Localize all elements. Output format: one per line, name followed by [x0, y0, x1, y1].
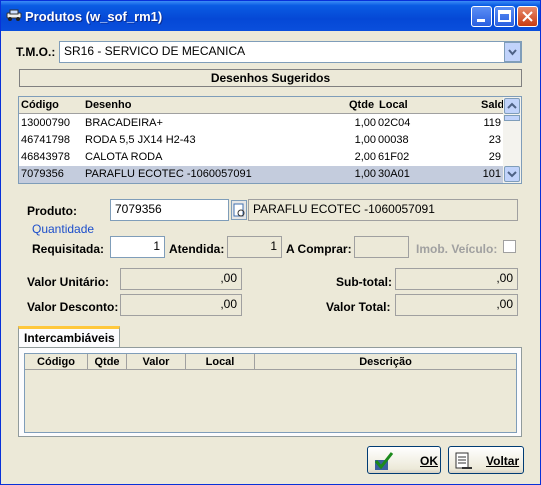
minimize-button[interactable] [471, 6, 492, 27]
table-row[interactable]: 46741798 RODA 5,5 JX14 H2-43 1,00 00038 … [19, 132, 503, 149]
a-comprar-field [354, 236, 409, 258]
cell-local: 02C04 [378, 117, 411, 129]
close-button[interactable] [517, 6, 538, 27]
maximize-button[interactable] [494, 6, 515, 27]
intercambiaveis-grid-header: Código Qtde Valor Local Descrição [25, 354, 516, 370]
atendida-label: Atendida: [169, 242, 225, 256]
col-valor[interactable]: Valor [127, 356, 185, 368]
requisitada-input[interactable]: 1 [110, 236, 165, 258]
col-descricao[interactable]: Descrição [255, 356, 516, 368]
exit-icon [455, 452, 472, 469]
close-icon [522, 11, 533, 22]
cell-local: 30A01 [378, 168, 410, 180]
chevron-down-icon [508, 49, 517, 56]
voltar-button[interactable]: Voltar [448, 446, 524, 474]
col-desenho[interactable]: Desenho [85, 99, 131, 111]
grid-header: Código Desenho Qtde Local Saldo [19, 97, 511, 114]
car-icon [6, 9, 22, 21]
cell-qtde: 1,00 [354, 134, 376, 146]
col-codigo[interactable]: Código [21, 99, 59, 111]
produto-description: PARAFLU ECOTEC -1060057091 [248, 199, 518, 221]
scroll-up-button[interactable] [504, 98, 520, 114]
table-row[interactable]: 13000790 BRACADEIRA+ 1,00 02C04 119 [19, 115, 503, 132]
section-title: Desenhos Sugeridos [19, 69, 522, 87]
valor-total-field: ,00 [395, 294, 518, 316]
cell-desenho: BRACADEIRA+ [85, 117, 163, 129]
cell-saldo: 23 [488, 134, 501, 146]
tmo-dropdown-button[interactable] [504, 42, 521, 62]
scroll-down-button[interactable] [504, 166, 520, 182]
cell-desenho: RODA 5,5 JX14 H2-43 [85, 134, 196, 146]
tmo-select[interactable]: SR16 - SERVICO DE MECANICA [59, 41, 522, 63]
cell-desenho: CALOTA RODA [85, 151, 163, 163]
cell-local: 00038 [378, 134, 409, 146]
minimize-icon [477, 19, 485, 22]
ok-button-label: OK [420, 454, 438, 468]
cell-codigo: 13000790 [21, 117, 70, 129]
imob-veiculo-label: Imob. Veículo: [416, 242, 498, 256]
valor-total-label: Valor Total: [326, 300, 391, 314]
table-row[interactable]: 46843978 CALOTA RODA 2,00 61F02 29 [19, 149, 503, 166]
document-search-icon [233, 203, 245, 217]
valor-desconto-field: ,00 [120, 294, 242, 316]
quantidade-title: Quantidade [32, 222, 95, 236]
valor-unitario-field: ,00 [120, 268, 242, 290]
col-qtde[interactable]: Qtde [88, 356, 126, 368]
tab-intercambiaveis[interactable]: Intercambiáveis [18, 326, 120, 348]
requisitada-label: Requisitada: [32, 242, 105, 256]
voltar-button-label: Voltar [486, 454, 520, 468]
imob-veiculo-checkbox[interactable] [503, 240, 516, 253]
produto-label: Produto: [27, 204, 77, 218]
valor-desconto-label: Valor Desconto: [27, 300, 119, 314]
col-local[interactable]: Local [186, 356, 254, 368]
valor-unitario-label: Valor Unitário: [27, 275, 110, 289]
col-local[interactable]: Local [379, 99, 408, 111]
a-comprar-label: A Comprar: [286, 242, 352, 256]
produto-code-input[interactable]: 7079356 [110, 199, 229, 221]
cell-codigo: 46741798 [21, 134, 70, 146]
maximize-icon [498, 10, 511, 22]
grid-scrollbar[interactable] [503, 97, 521, 183]
cell-local: 61F02 [378, 151, 410, 163]
cell-desenho: PARAFLU ECOTEC -1060057091 [85, 168, 252, 180]
window-title: Produtos (w_sof_rm1) [25, 9, 163, 24]
tmo-label: T.M.O.: [16, 45, 56, 59]
title-bar[interactable]: Produtos (w_sof_rm1) [1, 1, 540, 31]
cell-saldo: 101 [482, 168, 501, 180]
cell-qtde: 2,00 [354, 151, 376, 163]
cell-saldo: 29 [488, 151, 501, 163]
cell-qtde: 1,00 [354, 168, 376, 180]
produto-search-button[interactable] [231, 200, 247, 220]
chevron-up-icon [507, 102, 517, 109]
atendida-field: 1 [227, 236, 282, 258]
checkmark-icon [374, 452, 394, 470]
intercambiaveis-panel: Código Qtde Valor Local Descrição [18, 347, 522, 437]
window: Produtos (w_sof_rm1) T.M.O.: SR16 - SERV… [0, 0, 541, 485]
col-codigo[interactable]: Código [25, 356, 87, 368]
subtotal-field: ,00 [395, 268, 518, 290]
cell-saldo: 119 [483, 117, 501, 129]
intercambiaveis-grid[interactable]: Código Qtde Valor Local Descrição [24, 353, 517, 433]
col-qtde[interactable]: Qtde [349, 99, 374, 111]
cell-qtde: 1,00 [354, 117, 376, 129]
chevron-down-icon [507, 171, 517, 178]
desenhos-grid[interactable]: Código Desenho Qtde Local Saldo 13000790… [18, 96, 522, 184]
ok-button[interactable]: OK [367, 446, 441, 474]
scroll-thumb[interactable] [504, 115, 520, 121]
table-row-selected[interactable]: 7079356 PARAFLU ECOTEC -1060057091 1,00 … [19, 166, 503, 183]
subtotal-label: Sub-total: [336, 275, 392, 289]
cell-codigo: 46843978 [21, 151, 70, 163]
cell-codigo: 7079356 [21, 168, 64, 180]
